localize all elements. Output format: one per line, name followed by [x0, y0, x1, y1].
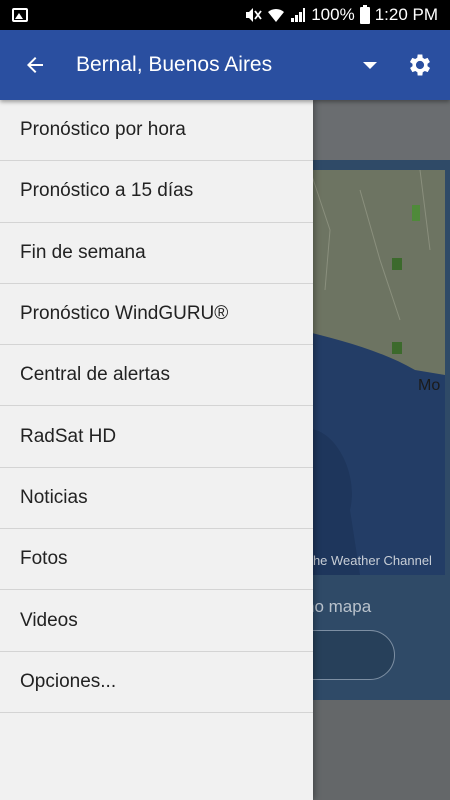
- map-credit: The Weather Channel: [305, 553, 432, 568]
- drawer-item-options[interactable]: Opciones...: [0, 652, 313, 713]
- status-bar: 100% 1:20 PM: [0, 0, 450, 30]
- gear-icon: [409, 54, 431, 76]
- drawer-item-alerts[interactable]: Central de alertas: [0, 345, 313, 407]
- dropdown-icon: [363, 61, 377, 69]
- map-city-label: Mo: [418, 377, 441, 394]
- drawer-item-photos[interactable]: Fotos: [0, 529, 313, 591]
- clock: 1:20 PM: [374, 5, 438, 24]
- wifi-icon: [268, 8, 285, 22]
- battery-percentage: 100%: [311, 5, 355, 24]
- drawer-item-weekend[interactable]: Fin de semana: [0, 223, 313, 284]
- map-caption: no mapa: [305, 597, 372, 616]
- radar-map-thumbnail[interactable]: [300, 170, 445, 575]
- map-sea-shape: [300, 170, 445, 575]
- signal-icon: [291, 8, 306, 22]
- settings-button[interactable]: [390, 30, 450, 100]
- navigation-drawer: Pronóstico por hora Pronóstico a 15 días…: [0, 100, 313, 800]
- back-button[interactable]: [0, 30, 70, 100]
- app-bar: Bernal, Buenos Aires: [0, 30, 450, 100]
- drawer-item-hourly-forecast[interactable]: Pronóstico por hora: [0, 100, 313, 162]
- battery-icon: [359, 4, 370, 24]
- back-arrow-icon: [27, 57, 43, 73]
- image-icon: [12, 8, 28, 22]
- drawer-item-windguru[interactable]: Pronóstico WindGURU®: [0, 284, 313, 346]
- drawer-item-news[interactable]: Noticias: [0, 468, 313, 530]
- drawer-item-radsat[interactable]: RadSat HD: [0, 406, 313, 468]
- drawer-item-videos[interactable]: Videos: [0, 590, 313, 652]
- drawer-item-15-day-forecast[interactable]: Pronóstico a 15 días: [0, 161, 313, 223]
- location-dropdown-button[interactable]: [350, 30, 390, 100]
- location-title[interactable]: Bernal, Buenos Aires: [70, 53, 350, 77]
- mute-icon: [246, 8, 262, 22]
